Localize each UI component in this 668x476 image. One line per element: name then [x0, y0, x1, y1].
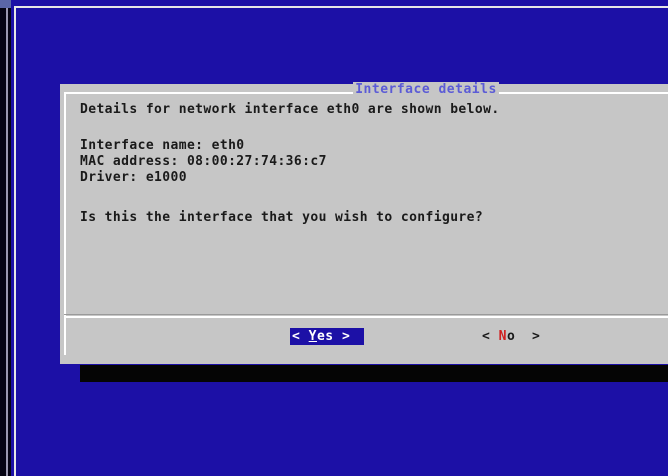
yes-button[interactable]: < Yes >: [290, 328, 364, 345]
interface-name-line: Interface name: eth0: [80, 138, 245, 153]
no-button[interactable]: < No >: [480, 328, 560, 345]
dialog-intro: Details for network interface eth0 are s…: [80, 102, 500, 117]
top-corner: [0, 0, 11, 8]
no-button-hotkey: N: [498, 329, 507, 344]
yes-button-hotkey: Y: [308, 329, 317, 344]
left-edge-line: [6, 0, 8, 476]
yes-button-label: es: [316, 329, 334, 344]
driver-line: Driver: e1000: [80, 170, 187, 185]
yes-button-open-bracket: <: [292, 329, 301, 344]
dialog-question: Is this the interface that you wish to c…: [80, 210, 484, 225]
yes-button-close-bracket: >: [341, 329, 351, 344]
dialog-shadow: [80, 365, 668, 382]
button-divider: [64, 316, 668, 318]
no-button-open-bracket: <: [482, 329, 491, 344]
no-button-label: o: [506, 329, 516, 344]
dialog-title-text: Interface details: [353, 82, 499, 97]
dialog-title: Interface details: [0, 82, 668, 97]
mac-address-line: MAC address: 08:00:27:74:36:c7: [80, 154, 327, 169]
terminal-screen: Interface details Details for network in…: [0, 0, 668, 476]
no-button-close-bracket: >: [531, 329, 541, 344]
button-divider-shadow: [64, 314, 668, 315]
